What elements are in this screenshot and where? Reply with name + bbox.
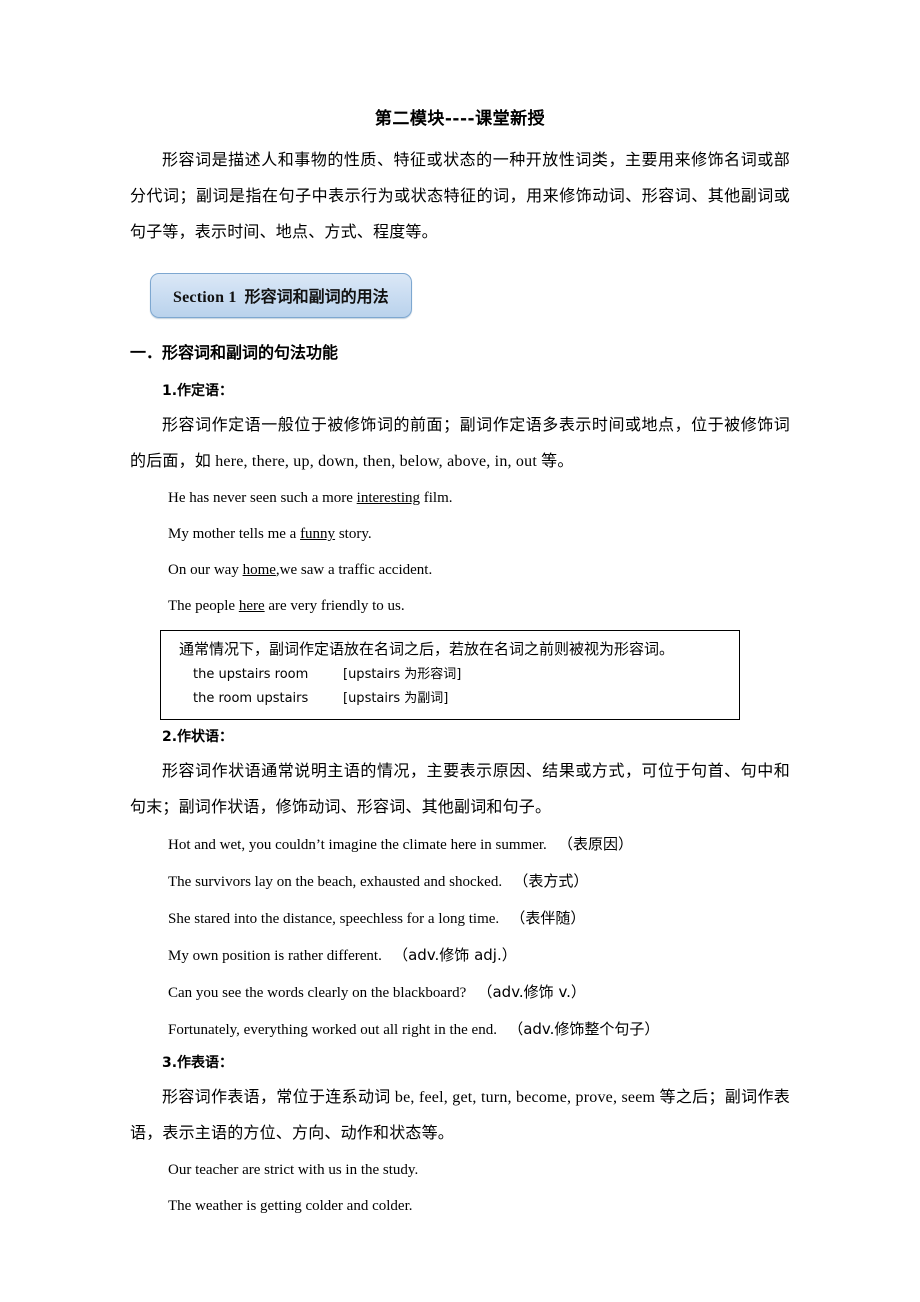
example-pre: Fortunately, everything worked out all r…	[168, 1022, 497, 1039]
example-sentence: Our teacher are strict with us in the st…	[168, 1162, 419, 1179]
note-box-row: the upstairs room [upstairs 为形容词]	[171, 663, 729, 687]
subsection-body-predicative: 形容词作表语，常位于连系动词 be, feel, get, turn, beco…	[130, 1089, 790, 1143]
example-underlined: here	[238, 598, 265, 615]
example-sentence: My mother tells me a funny story.	[130, 516, 790, 552]
example-pre: My mother tells me a	[168, 526, 301, 543]
example-sentence: Fortunately, everything worked out all r…	[130, 1011, 790, 1048]
example-pre: My own position is rather different.	[168, 948, 382, 965]
subsection-heading-predicative: 3.作表语：	[162, 1055, 234, 1072]
example-sentence: The survivors lay on the beach, exhauste…	[130, 863, 790, 900]
example-sentence: He has never seen such a more interestin…	[130, 480, 790, 516]
section-banner-container: Section 1 形容词和副词的用法	[150, 273, 790, 319]
example-post: story.	[335, 526, 372, 543]
intro-paragraph: 形容词是描述人和事物的性质、特征或状态的一种开放性词类，主要用来修饰名词或部分代…	[130, 152, 790, 242]
example-note: （表伴随）	[510, 909, 586, 928]
example-sentence: My own position is rather different. （ad…	[130, 937, 790, 974]
subsection-body-attributive: 形容词作定语一般位于被修饰词的前面；副词作定语多表示时间或地点，位于被修饰词的后…	[130, 417, 790, 471]
example-pre: She stared into the distance, speechless…	[168, 911, 500, 928]
subsection-heading-attributive: 1.作定语：	[162, 383, 234, 400]
section-1-banner: Section 1 形容词和副词的用法	[150, 273, 412, 319]
example-sentence: She stared into the distance, speechless…	[130, 900, 790, 937]
example-sentence: Can you see the words clearly on the bla…	[130, 974, 790, 1011]
note-term: the room upstairs	[193, 691, 309, 707]
document-page: 第二模块----课堂新授 形容词是描述人和事物的性质、特征或状态的一种开放性词类…	[0, 0, 920, 1302]
example-underlined: home	[242, 562, 276, 579]
example-note: （adv.修饰 adj.）	[393, 946, 517, 965]
example-sentence: The people here are very friendly to us.	[130, 588, 790, 624]
heading-syntactic-functions: 一．形容词和副词的句法功能	[130, 343, 339, 363]
example-sentence: On our way home,we saw a traffic acciden…	[130, 552, 790, 588]
example-note: （adv.修饰整个句子）	[508, 1020, 660, 1039]
document-body: 第二模块----课堂新授 形容词是描述人和事物的性质、特征或状态的一种开放性词类…	[130, 108, 790, 1224]
example-pre: He has never seen such a more	[168, 490, 357, 507]
example-post: film.	[420, 490, 453, 507]
example-underlined: interesting	[356, 490, 420, 507]
example-pre: The survivors lay on the beach, exhauste…	[168, 874, 503, 891]
note-box-heading: 通常情况下，副词作定语放在名词之后，若放在名词之前则被视为形容词。	[179, 642, 675, 659]
page-title: 第二模块----课堂新授	[374, 109, 546, 129]
example-sentence: The weather is getting colder and colder…	[168, 1198, 413, 1215]
example-pre: Hot and wet, you couldn’t imagine the cl…	[168, 837, 547, 854]
note-box-row: the room upstairs [upstairs 为副词]	[171, 687, 729, 711]
note-term: the upstairs room	[193, 667, 309, 683]
subsection-body-adverbial: 形容词作状语通常说明主语的情况，主要表示原因、结果或方式，可位于句首、句中和句末…	[130, 763, 790, 817]
example-note: （表方式）	[513, 872, 589, 891]
example-post: ,we saw a traffic accident.	[275, 562, 433, 579]
section-banner-english: Section 1	[173, 289, 237, 307]
example-underlined: funny	[300, 526, 336, 543]
note-gloss: [upstairs 为形容词]	[343, 667, 462, 683]
example-post: are very friendly to us.	[264, 598, 405, 615]
example-sentence: Hot and wet, you couldn’t imagine the cl…	[130, 826, 790, 863]
example-note: （表原因）	[558, 835, 634, 854]
example-pre: Can you see the words clearly on the bla…	[168, 985, 467, 1002]
example-pre: On our way	[168, 562, 243, 579]
note-gloss: [upstairs 为副词]	[343, 691, 449, 707]
note-box: 通常情况下，副词作定语放在名词之后，若放在名词之前则被视为形容词。 the up…	[160, 630, 740, 721]
example-note: （adv.修饰 v.）	[477, 983, 586, 1002]
section-banner-chinese: 形容词和副词的用法	[244, 287, 389, 307]
subsection-heading-adverbial: 2.作状语：	[162, 729, 234, 746]
example-pre: The people	[168, 598, 239, 615]
